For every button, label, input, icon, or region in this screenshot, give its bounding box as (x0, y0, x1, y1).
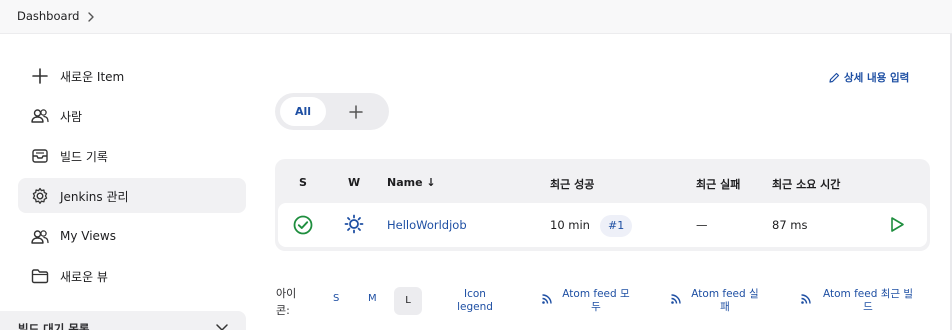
sidebar-item-manage-jenkins[interactable]: Jenkins 관리 (18, 178, 246, 213)
sidebar-item-label: 새로운 Item (60, 70, 125, 84)
last-duration-value: 87 ms (772, 218, 808, 232)
chevron-down-icon[interactable] (215, 323, 229, 330)
build-play-icon[interactable] (889, 216, 905, 233)
build-number-badge[interactable]: #1 (600, 215, 633, 237)
icon-legend-line2: legend (457, 301, 493, 313)
success-check-icon (293, 215, 313, 235)
chevron-right-icon[interactable] (86, 10, 96, 24)
atom-feed-latest-link[interactable]: Atom feed 최근 빌 드 (815, 288, 921, 314)
people-icon (31, 109, 49, 123)
sidebar-item-my-views[interactable]: My Views (18, 219, 246, 254)
sidebar-item-label: 새로운 뷰 (60, 270, 108, 284)
column-header-weather[interactable]: W (348, 176, 360, 189)
column-header-last-success[interactable]: 최근 성공 (550, 176, 594, 192)
icon-size-label-line2: 콘: (276, 304, 290, 317)
column-header-name[interactable]: Name ↓ (387, 176, 436, 189)
sidebar-item-label: Jenkins 관리 (60, 190, 129, 204)
atom-feed-all-link[interactable]: Atom feed 모 두 (556, 288, 636, 314)
sidebar-item-people[interactable]: 사람 (18, 98, 246, 133)
sidebar-item-new-item[interactable]: 새로운 Item (18, 58, 246, 93)
column-header-last-failure[interactable]: 최근 실패 (696, 176, 740, 192)
atom-feed-latest-line1: Atom feed 최근 빌 (822, 288, 914, 300)
last-success-time: 10 min (550, 218, 590, 232)
icon-size-l-button[interactable]: L (394, 287, 422, 315)
edit-description-label: 상세 내용 입력 (844, 72, 910, 84)
icon-legend-line1: Icon (464, 288, 486, 300)
rss-icon (671, 294, 681, 304)
rss-icon (801, 294, 811, 304)
atom-feed-failures-line1: Atom feed 실 (691, 288, 759, 300)
add-view-icon[interactable] (347, 103, 365, 121)
icon-size-s-button[interactable]: S (333, 293, 339, 304)
icon-size-label-line1: 아이 (276, 287, 297, 300)
build-queue-header[interactable]: 빌드 대기 목록 (0, 311, 246, 330)
sidebar-item-label: My Views (60, 229, 116, 243)
atom-feed-all-line2: 두 (591, 301, 601, 313)
column-header-status[interactable]: S (299, 176, 307, 189)
breadcrumb-dashboard[interactable]: Dashboard (17, 9, 79, 23)
folder-icon (31, 269, 49, 284)
icon-size-label: 아이 콘: (276, 285, 296, 319)
rss-icon (542, 294, 552, 304)
inbox-icon (32, 149, 48, 163)
build-queue-title: 빌드 대기 목록 (18, 322, 90, 330)
weather-sunny-icon (344, 214, 364, 234)
view-tabs: All (275, 93, 389, 130)
atom-feed-failures-link[interactable]: Atom feed 실 패 (685, 288, 765, 314)
tab-all[interactable]: All (280, 97, 326, 126)
last-failure-value: — (696, 218, 708, 232)
column-header-last-duration[interactable]: 최근 소요 시간 (772, 176, 840, 192)
sidebar-item-new-view[interactable]: 새로운 뷰 (18, 258, 246, 293)
edit-description-link[interactable]: 상세 내용 입력 (828, 70, 909, 85)
icon-legend-link[interactable]: Icon legend (452, 288, 498, 314)
plus-icon (32, 68, 48, 84)
table-row: HelloWorldjob 10 min #1 — 87 ms (278, 203, 927, 247)
breadcrumb-bar: Dashboard (0, 0, 952, 34)
jobs-table: S W Name ↓ 최근 성공 최근 실패 최근 소요 시간 HelloWor… (275, 159, 930, 251)
gear-icon (32, 187, 48, 204)
people-icon (31, 230, 49, 244)
sidebar-item-build-history[interactable]: 빌드 기록 (18, 138, 246, 173)
job-name-link[interactable]: HelloWorldjob (387, 218, 467, 232)
atom-feed-latest-line2: 드 (863, 301, 873, 313)
icon-size-m-button[interactable]: M (368, 293, 377, 304)
pencil-icon (829, 72, 840, 83)
sidebar-item-label: 사람 (60, 110, 83, 124)
atom-feed-failures-line2: 패 (720, 301, 730, 313)
sidebar-item-label: 빌드 기록 (60, 150, 108, 164)
atom-feed-all-line1: Atom feed 모 (562, 288, 630, 300)
